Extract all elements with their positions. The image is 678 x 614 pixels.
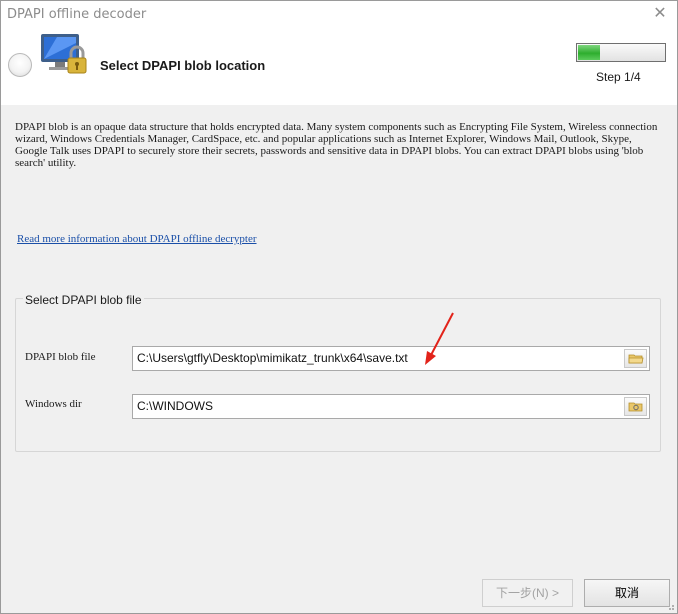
windows-dir-value: C:\WINDOWS [137,399,213,413]
dialog-window: DPAPI offline decoder ✕ Select DPAPI blo… [0,0,678,614]
step-label: Step 1/4 [596,70,641,84]
blob-file-label: DPAPI blob file [25,351,96,363]
window-title: DPAPI offline decoder [7,7,147,22]
next-button[interactable]: 下一步(N) > [482,579,573,607]
title-bar: DPAPI offline decoder ✕ [1,1,677,29]
browse-windows-dir-button[interactable] [624,397,647,416]
progress-fill [578,45,600,60]
blob-file-input[interactable]: C:\Users\gtfly\Desktop\mimikatz_trunk\x6… [132,346,650,371]
step-progress-bar [576,43,666,62]
blob-file-value: C:\Users\gtfly\Desktop\mimikatz_trunk\x6… [137,351,408,365]
close-icon[interactable]: ✕ [651,5,669,23]
monitor-lock-icon [41,34,87,74]
annotation-arrow [425,312,454,365]
cancel-button[interactable]: 取消 [584,579,670,607]
description-text: DPAPI blob is an opaque data structure t… [15,121,658,169]
groupbox-title: Select DPAPI blob file [23,293,144,307]
wizard-header: Select DPAPI blob location Step 1/4 [1,29,677,105]
blob-file-groupbox [15,298,661,452]
windows-dir-label: Windows dir [25,398,82,410]
browse-blob-file-button[interactable] [624,349,647,368]
windows-dir-input[interactable]: C:\WINDOWS [132,394,650,419]
resize-grip-icon[interactable] [665,601,675,611]
folder-search-icon [628,402,643,412]
folder-icon [628,354,644,364]
back-button[interactable] [8,53,32,77]
read-more-link[interactable]: Read more information about DPAPI offlin… [17,233,257,245]
page-title: Select DPAPI blob location [100,58,266,73]
